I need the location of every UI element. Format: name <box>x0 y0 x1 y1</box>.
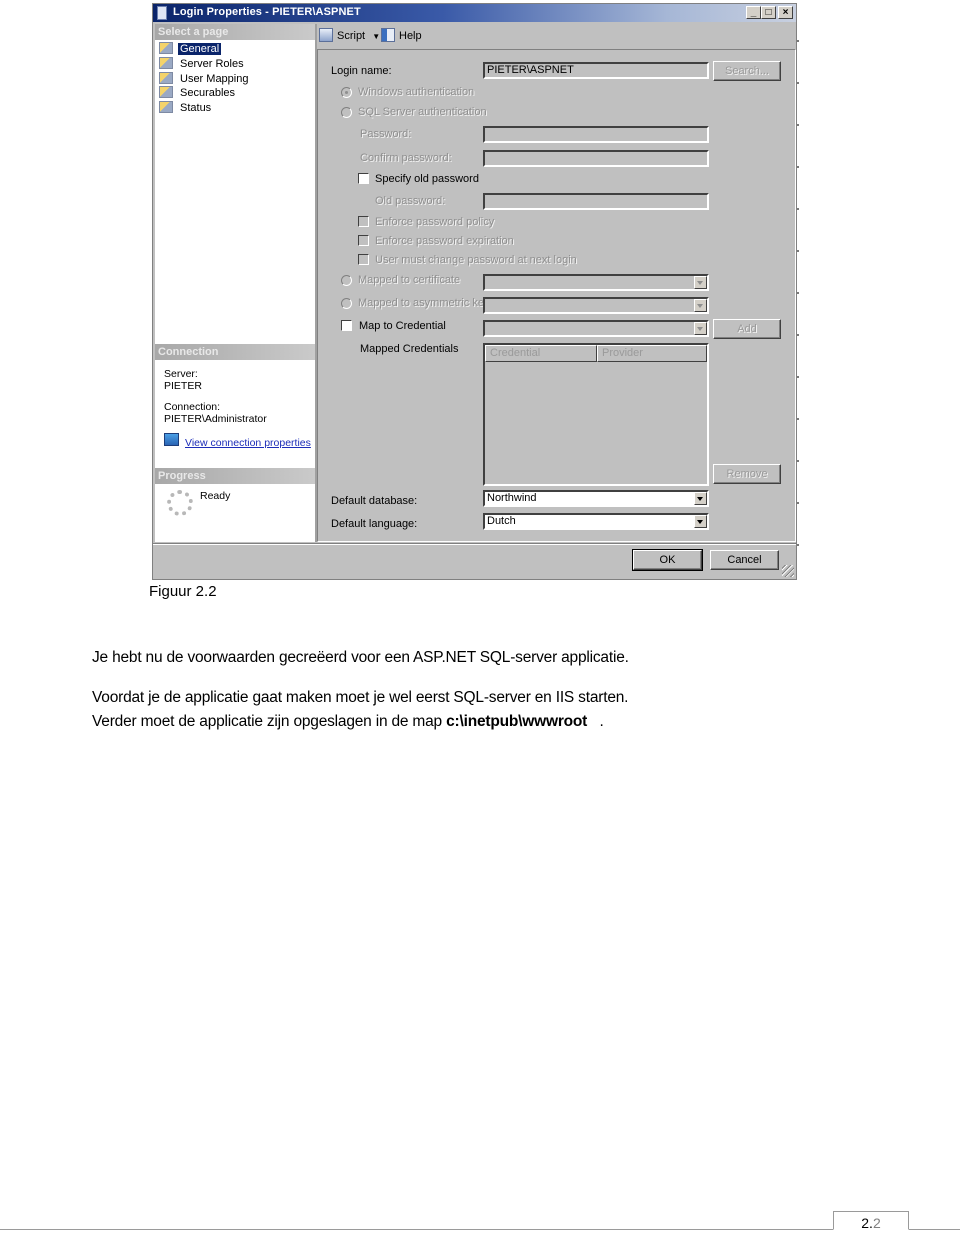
folder-path: c:\inetpub\wwwroot <box>446 713 588 730</box>
mapped-asym-key-select[interactable] <box>483 297 709 314</box>
column-header-provider[interactable]: Provider <box>597 345 707 362</box>
connection-header: Connection <box>155 344 315 360</box>
progress-spinner-icon <box>167 490 193 516</box>
script-icon <box>319 28 333 42</box>
confirm-password-input[interactable] <box>483 150 709 167</box>
progress-header: Progress <box>155 468 315 484</box>
mapped-credentials-label: Mapped Credentials <box>360 343 459 355</box>
old-password-input[interactable] <box>483 193 709 210</box>
maximize-button[interactable]: □ <box>761 6 776 19</box>
page-server-roles[interactable]: Server Roles <box>159 57 246 71</box>
page-icon <box>159 72 173 84</box>
default-database-label: Default database: <box>331 495 418 507</box>
remove-button[interactable]: Remove <box>713 464 781 484</box>
password-input[interactable] <box>483 126 709 143</box>
page-securables[interactable]: Securables <box>159 86 237 100</box>
figure-caption: Figuur 2.2 <box>149 583 217 600</box>
mapped-asym-key-label: Mapped to asymmetric key <box>358 297 490 309</box>
page-number: 2.2 <box>833 1211 909 1231</box>
page-user-mapping[interactable]: User Mapping <box>159 72 250 86</box>
windows-auth-label: Windows authentication <box>358 86 475 98</box>
default-language-select[interactable]: Dutch <box>483 513 709 530</box>
connection-value: PIETER\Administrator <box>164 413 267 425</box>
footer-rule <box>0 1229 960 1230</box>
enforce-expiration-checkbox[interactable] <box>358 235 369 246</box>
sql-auth-radio[interactable] <box>341 107 352 118</box>
chevron-down-icon[interactable] <box>694 299 707 312</box>
login-properties-dialog: Login Properties - PIETER\ASPNET _ □ × S… <box>152 3 797 580</box>
page-status[interactable]: Status <box>159 101 213 115</box>
map-credential-select[interactable] <box>483 320 709 337</box>
script-button[interactable]: Script ▼ <box>319 28 380 42</box>
title-bar[interactable]: Login Properties - PIETER\ASPNET _ □ × <box>153 4 796 22</box>
login-name-input[interactable]: PIETER\ASPNET <box>483 62 709 79</box>
connection-label: Connection: <box>164 401 221 413</box>
enforce-policy-label: Enforce password policy <box>375 216 495 228</box>
page-general[interactable]: General <box>159 42 222 56</box>
window-edge <box>797 0 799 580</box>
password-label: Password: <box>360 128 412 140</box>
page-icon <box>159 42 173 54</box>
confirm-password-label: Confirm password: <box>360 152 452 164</box>
page-icon <box>159 57 173 69</box>
sql-auth-label: SQL Server authentication <box>358 106 487 118</box>
ok-button[interactable]: OK <box>632 549 703 571</box>
connection-properties-icon <box>164 433 179 446</box>
help-button[interactable]: Help <box>381 28 422 42</box>
help-icon <box>381 28 395 42</box>
map-credential-label: Map to Credential <box>359 320 446 332</box>
mapped-asym-key-radio[interactable] <box>341 298 352 309</box>
column-header-credential[interactable]: Credential <box>485 345 597 362</box>
window-title: Login Properties - PIETER\ASPNET <box>173 6 361 18</box>
enforce-expiration-label: Enforce password expiration <box>375 235 514 247</box>
toolbar: Script ▼ Help <box>317 24 796 48</box>
mapped-certificate-label: Mapped to certificate <box>358 274 461 286</box>
enforce-policy-checkbox[interactable] <box>358 216 369 227</box>
add-button[interactable]: Add <box>713 319 781 339</box>
must-change-checkbox[interactable] <box>358 254 369 265</box>
paragraph-2-line-1: Voordat je de applicatie gaat maken moet… <box>92 689 629 706</box>
chevron-down-icon: ▼ <box>372 32 381 41</box>
view-connection-properties-link[interactable]: View connection properties <box>185 433 311 451</box>
resize-grip-icon[interactable] <box>782 565 794 577</box>
paragraph-2-line-2: Verder moet de applicatie zijn opgeslage… <box>92 713 604 730</box>
chevron-down-icon[interactable] <box>694 515 707 528</box>
page-icon <box>159 86 173 98</box>
paragraph-1: Je hebt nu de voorwaarden gecreëerd voor… <box>92 649 629 666</box>
windows-auth-radio[interactable] <box>341 87 352 98</box>
cancel-button[interactable]: Cancel <box>710 550 779 570</box>
specify-old-password-checkbox[interactable] <box>358 173 369 184</box>
progress-status: Ready <box>200 490 231 502</box>
server-label: Server: <box>164 368 198 380</box>
login-name-label: Login name: <box>331 65 392 77</box>
map-credential-checkbox[interactable] <box>341 320 352 331</box>
chevron-down-icon[interactable] <box>694 322 707 335</box>
mapped-credentials-list[interactable]: Credential Provider <box>483 343 709 486</box>
select-page-header: Select a page <box>155 24 315 40</box>
mapped-certificate-radio[interactable] <box>341 275 352 286</box>
must-change-label: User must change password at next login <box>375 254 577 266</box>
search-button[interactable]: Search... <box>713 61 781 81</box>
chevron-down-icon[interactable] <box>694 492 707 505</box>
window-icon <box>157 6 167 20</box>
specify-old-password-label: Specify old password <box>375 173 479 185</box>
minimize-button[interactable]: _ <box>746 6 761 19</box>
server-value: PIETER <box>164 380 202 392</box>
default-database-select[interactable]: Northwind <box>483 490 709 507</box>
footer-divider <box>153 543 796 545</box>
page-icon <box>159 101 173 113</box>
default-language-label: Default language: <box>331 518 418 530</box>
old-password-label: Old password: <box>375 195 446 207</box>
mapped-certificate-select[interactable] <box>483 274 709 291</box>
chevron-down-icon[interactable] <box>694 276 707 289</box>
close-button[interactable]: × <box>778 6 793 19</box>
left-panel: Select a page General Server Roles User … <box>155 24 317 542</box>
